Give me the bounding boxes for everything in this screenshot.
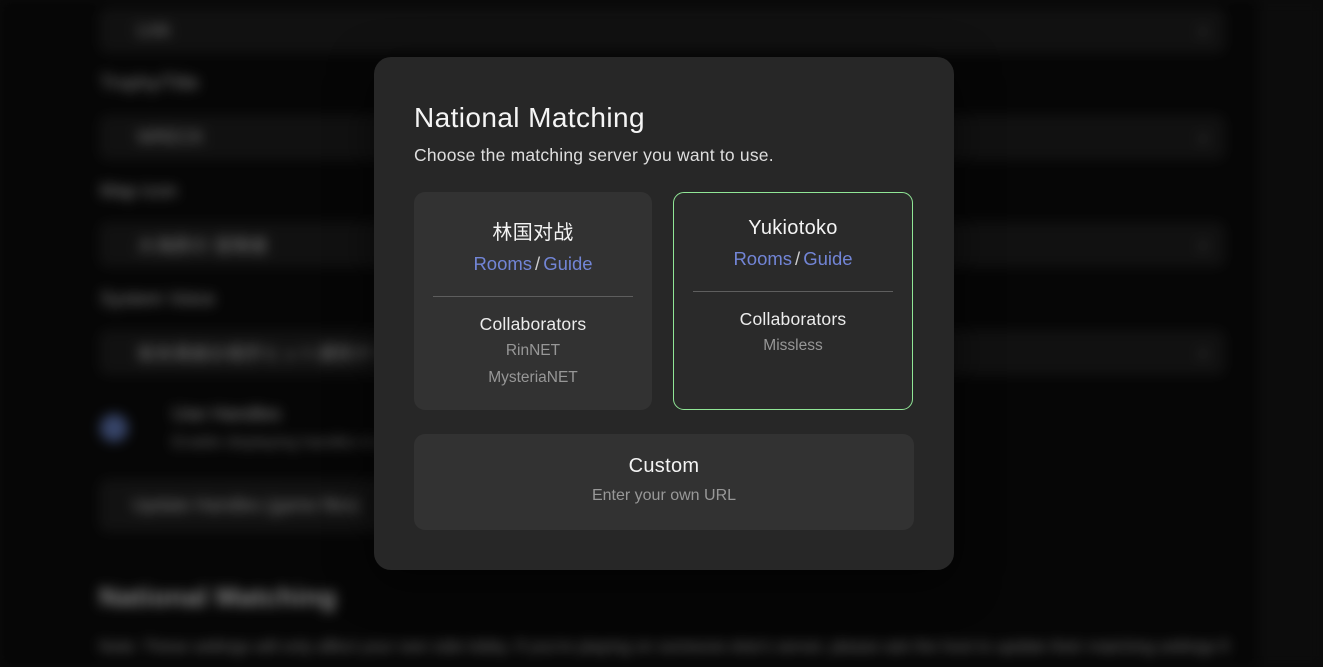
guide-link[interactable]: Guide	[803, 248, 852, 269]
collaborators-heading: Collaborators	[414, 314, 652, 335]
links-separator: /	[792, 248, 803, 269]
collaborators-heading: Collaborators	[674, 309, 912, 330]
server-links: Rooms/Guide	[414, 253, 652, 275]
collaborator-name: Missless	[674, 335, 912, 357]
modal-subtitle: Choose the matching server you want to u…	[414, 145, 914, 166]
server-option-linguo[interactable]: 林国对战 Rooms/Guide Collaborators RinNET My…	[414, 192, 652, 410]
custom-option-title: Custom	[414, 434, 914, 478]
server-option-custom[interactable]: Custom Enter your own URL	[414, 434, 914, 530]
server-name: Yukiotoko	[674, 217, 912, 240]
server-links: Rooms/Guide	[674, 248, 912, 270]
card-divider	[693, 291, 893, 292]
server-name: 林国对战	[414, 216, 652, 245]
card-divider	[433, 296, 633, 297]
links-separator: /	[532, 253, 543, 274]
server-option-yukiotoko[interactable]: Yukiotoko Rooms/Guide Collaborators Miss…	[673, 192, 913, 410]
modal-title: National Matching	[414, 101, 914, 135]
collaborator-name: MysteriaNET	[414, 367, 652, 389]
server-options-row: 林国对战 Rooms/Guide Collaborators RinNET My…	[414, 192, 914, 410]
guide-link[interactable]: Guide	[543, 253, 592, 274]
collaborator-name: RinNET	[414, 340, 652, 362]
rooms-link[interactable]: Rooms	[733, 248, 792, 269]
national-matching-modal: National Matching Choose the matching se…	[374, 57, 954, 570]
custom-option-subtitle: Enter your own URL	[414, 487, 914, 505]
rooms-link[interactable]: Rooms	[473, 253, 532, 274]
app-window: Link › Trophy/Title WRECK › Map icon 大海原…	[0, 0, 1323, 667]
